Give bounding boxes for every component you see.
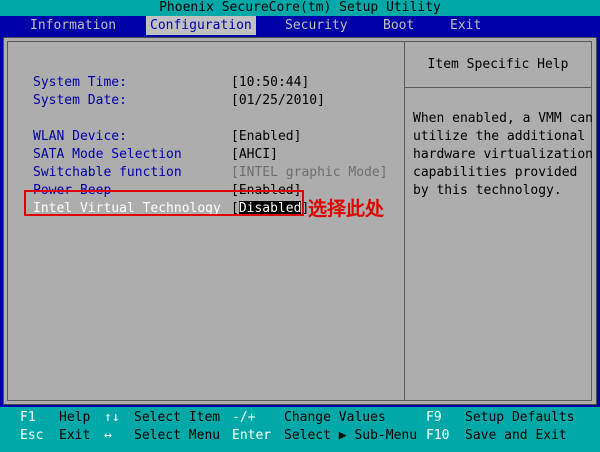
annotation-highlight-box bbox=[24, 190, 304, 216]
help-panel: Item Specific Help When enabled, a VMM c… bbox=[404, 41, 594, 401]
annotation-text: 选择此处 bbox=[308, 198, 385, 220]
hint-change-values-desc: Change Values bbox=[284, 410, 386, 425]
settings-panel: System Time: [10:50:44] System Date: [01… bbox=[7, 41, 405, 401]
arrow-up-down-icon: ↑↓ bbox=[104, 410, 120, 425]
hint-select-item-desc: Select Item bbox=[134, 410, 221, 425]
setting-switchable-function[interactable]: Switchable function [INTEL graphic Mode] bbox=[8, 164, 406, 182]
setting-label: Switchable function bbox=[33, 165, 182, 180]
hint-save-exit-desc: Save and Exit bbox=[465, 428, 567, 443]
key-f9-label: F9 bbox=[426, 410, 442, 425]
setting-value[interactable]: [10:50:44] bbox=[231, 74, 309, 92]
menu-exit[interactable]: Exit bbox=[446, 16, 485, 35]
hint-help: F1 bbox=[20, 409, 36, 427]
key-f1: F1 bbox=[20, 410, 36, 425]
arrow-left-right-icon: ↔ bbox=[104, 428, 112, 443]
key-f9: F9 bbox=[426, 409, 442, 427]
key-enter-label: Enter bbox=[232, 428, 272, 443]
key-esc: Esc bbox=[20, 427, 43, 445]
key-esc-label: Esc bbox=[20, 428, 44, 443]
key-f10: F10 bbox=[426, 427, 449, 445]
setting-wlan-device[interactable]: WLAN Device: [Enabled] bbox=[8, 128, 406, 146]
setting-label: SATA Mode Selection bbox=[33, 147, 182, 162]
key-minus-plus-label: -/+ bbox=[232, 410, 256, 425]
key-enter: Enter bbox=[232, 427, 271, 445]
key-up-down: ↑↓ bbox=[104, 409, 120, 427]
setup-screen: System Time: [10:50:44] System Date: [01… bbox=[3, 37, 597, 405]
hint-setup-defaults-desc: Setup Defaults bbox=[465, 410, 575, 425]
setting-label: WLAN Device: bbox=[33, 129, 127, 144]
key-minus-plus: -/+ bbox=[232, 409, 255, 427]
menu-information[interactable]: Information bbox=[26, 16, 120, 35]
hint-exit-desc: Exit bbox=[59, 428, 91, 443]
menu-boot[interactable]: Boot bbox=[379, 16, 418, 35]
setting-value[interactable]: [Enabled] bbox=[231, 128, 301, 146]
help-title: Item Specific Help bbox=[405, 42, 591, 88]
setting-value[interactable]: [01/25/2010] bbox=[231, 92, 325, 110]
hint-select-menu-desc: Select Menu bbox=[134, 428, 221, 443]
setting-system-time[interactable]: System Time: [10:50:44] bbox=[8, 74, 406, 92]
menu-configuration[interactable]: Configuration bbox=[146, 16, 256, 35]
setting-value: [INTEL graphic Mode] bbox=[231, 165, 388, 180]
key-left-right: ↔ bbox=[104, 427, 112, 445]
hint-help-desc: Help bbox=[59, 410, 91, 425]
menu-security[interactable]: Security bbox=[281, 16, 352, 35]
setting-value[interactable]: [AHCI] bbox=[231, 146, 278, 164]
window-title: Phoenix SecureCore(tm) Setup Utility bbox=[0, 0, 600, 16]
status-bar: F1 Help ↑↓ Select Item -/+ Change Values… bbox=[0, 407, 600, 452]
setting-label: System Time: bbox=[33, 75, 127, 90]
setting-label: System Date: bbox=[33, 93, 127, 108]
key-f10-label: F10 bbox=[426, 428, 450, 443]
help-text: When enabled, a VMM can utilize the addi… bbox=[413, 111, 594, 198]
menu-bar: Information Configuration Security Boot … bbox=[0, 16, 600, 35]
hint-sub-menu-desc: Select ▶ Sub-Menu bbox=[284, 428, 418, 443]
setting-system-date[interactable]: System Date: [01/25/2010] bbox=[8, 92, 406, 110]
setting-sata-mode[interactable]: SATA Mode Selection [AHCI] bbox=[8, 146, 406, 164]
